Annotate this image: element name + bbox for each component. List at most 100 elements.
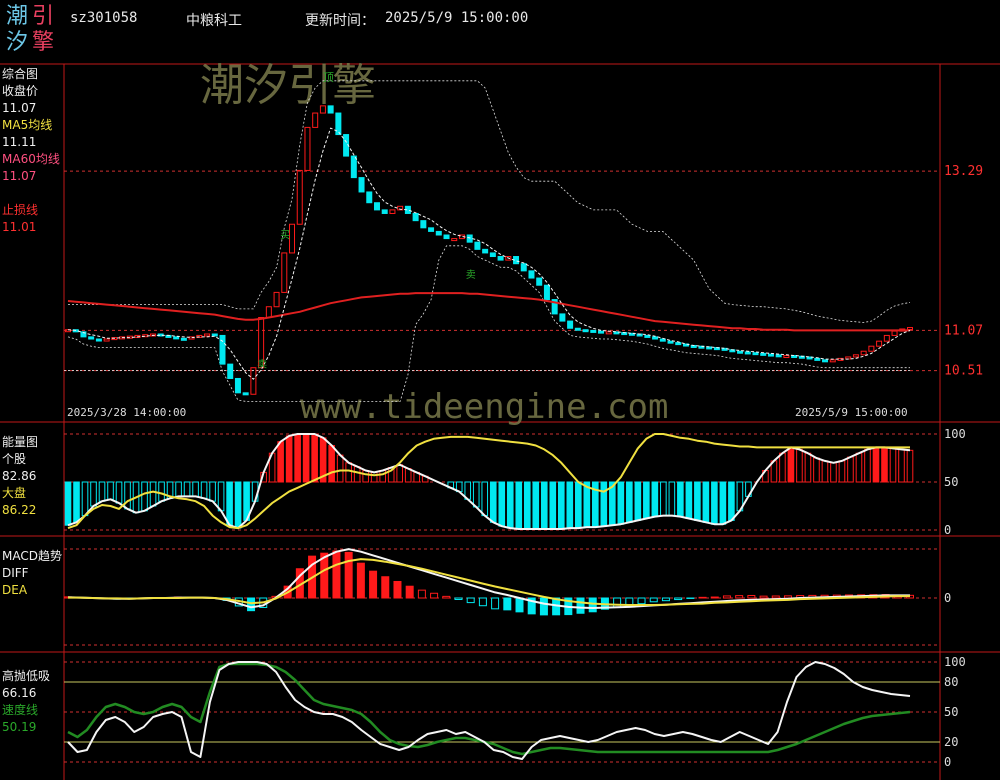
candle	[474, 241, 481, 250]
energy-bar	[566, 481, 574, 529]
candle	[652, 336, 659, 340]
candle	[737, 350, 744, 354]
energy-bar	[404, 468, 412, 483]
energy-bar	[90, 481, 97, 507]
axis-tick-label: 80	[944, 675, 958, 689]
energy-bar	[575, 481, 582, 529]
watermark-url: www.tideengine.com	[300, 387, 668, 427]
candle	[420, 220, 427, 229]
candle	[443, 234, 450, 240]
energy-bar	[694, 481, 701, 521]
candle	[582, 329, 589, 333]
axis-tick-label: 100	[944, 655, 966, 669]
side-label: 速度线	[2, 703, 39, 717]
candle	[860, 350, 867, 356]
top-marker: 顶	[323, 71, 334, 84]
energy-bar	[226, 481, 233, 526]
macd-bar	[771, 595, 780, 599]
energy-bar	[660, 481, 667, 517]
macd-bar	[576, 597, 585, 614]
lower-band-line	[67, 245, 910, 402]
side-label: 个股	[2, 452, 27, 466]
axis-tick-label: 50	[944, 705, 958, 719]
ma5-line	[67, 127, 911, 380]
energy-bar	[685, 481, 693, 519]
candle	[775, 354, 782, 358]
energy-market-line	[67, 433, 910, 530]
energy-bar	[855, 452, 863, 483]
macd-bar	[503, 597, 512, 611]
energy-bar	[906, 449, 914, 483]
candle	[211, 333, 218, 337]
energy-bar	[617, 481, 625, 525]
candle	[242, 392, 249, 396]
macd-bar	[539, 597, 548, 616]
candle	[234, 377, 241, 394]
side-label: 11.11	[2, 135, 37, 149]
high-low-line	[67, 661, 911, 760]
side-label: 高抛低吸	[2, 669, 51, 683]
candle	[103, 338, 110, 342]
energy-bar	[294, 433, 301, 483]
energy-bar	[370, 471, 378, 483]
macd-bar	[759, 595, 768, 599]
macd-bar	[430, 592, 439, 599]
axis-end-date: 2025/5/9 15:00:00	[795, 406, 908, 419]
side-label: DEA	[2, 583, 28, 597]
candle	[381, 209, 388, 214]
candle	[829, 359, 836, 363]
energy-bar	[192, 481, 199, 497]
side-label: 11.01	[2, 220, 37, 234]
macd-bar	[405, 585, 414, 599]
axis-tick-label: 50	[944, 475, 958, 489]
side-label: MACD趋势	[2, 549, 62, 563]
candle	[95, 338, 102, 342]
energy-bar	[813, 457, 820, 483]
energy-bar	[719, 481, 727, 525]
macd-bar	[344, 551, 353, 599]
energy-bar	[336, 454, 344, 483]
energy-bar	[328, 445, 335, 483]
energy-bar	[362, 469, 369, 483]
candle	[891, 330, 898, 336]
energy-bar	[481, 481, 489, 517]
energy-bar	[600, 481, 608, 527]
side-label: 11.07	[2, 169, 37, 183]
candle	[482, 248, 489, 254]
energy-bar	[787, 446, 795, 483]
energy-bar	[523, 481, 531, 530]
side-label: MA60均线	[2, 152, 60, 166]
candle	[528, 270, 535, 279]
energy-bar	[668, 481, 676, 517]
energy-bar	[234, 481, 242, 529]
energy-bar	[302, 433, 310, 483]
axis-tick-label: 10.51	[944, 364, 983, 379]
candle	[466, 234, 473, 243]
candle	[265, 306, 272, 319]
candle	[227, 363, 234, 379]
energy-bar	[540, 481, 548, 530]
side-label: 50.19	[2, 720, 37, 734]
macd-bar	[417, 589, 426, 599]
macd-bar	[454, 597, 463, 600]
side-label: 大盘	[2, 486, 27, 500]
energy-bar	[200, 481, 208, 499]
energy-bar	[149, 481, 157, 507]
macd-bar	[466, 597, 475, 604]
candle	[451, 238, 458, 242]
energy-bar	[549, 481, 557, 530]
macd-bar	[491, 597, 500, 610]
candle	[173, 336, 180, 340]
candle	[752, 352, 759, 356]
energy-bar	[115, 481, 123, 504]
candle	[605, 331, 612, 335]
macd-bar	[710, 596, 719, 599]
axis-tick-label: 100	[944, 427, 966, 441]
candle	[358, 177, 365, 193]
macd-bar	[332, 550, 341, 599]
candle	[273, 291, 280, 308]
energy-bar	[175, 481, 182, 497]
macd-bar	[393, 580, 402, 599]
side-label: 综合图	[2, 67, 39, 81]
energy-bar	[677, 481, 684, 518]
